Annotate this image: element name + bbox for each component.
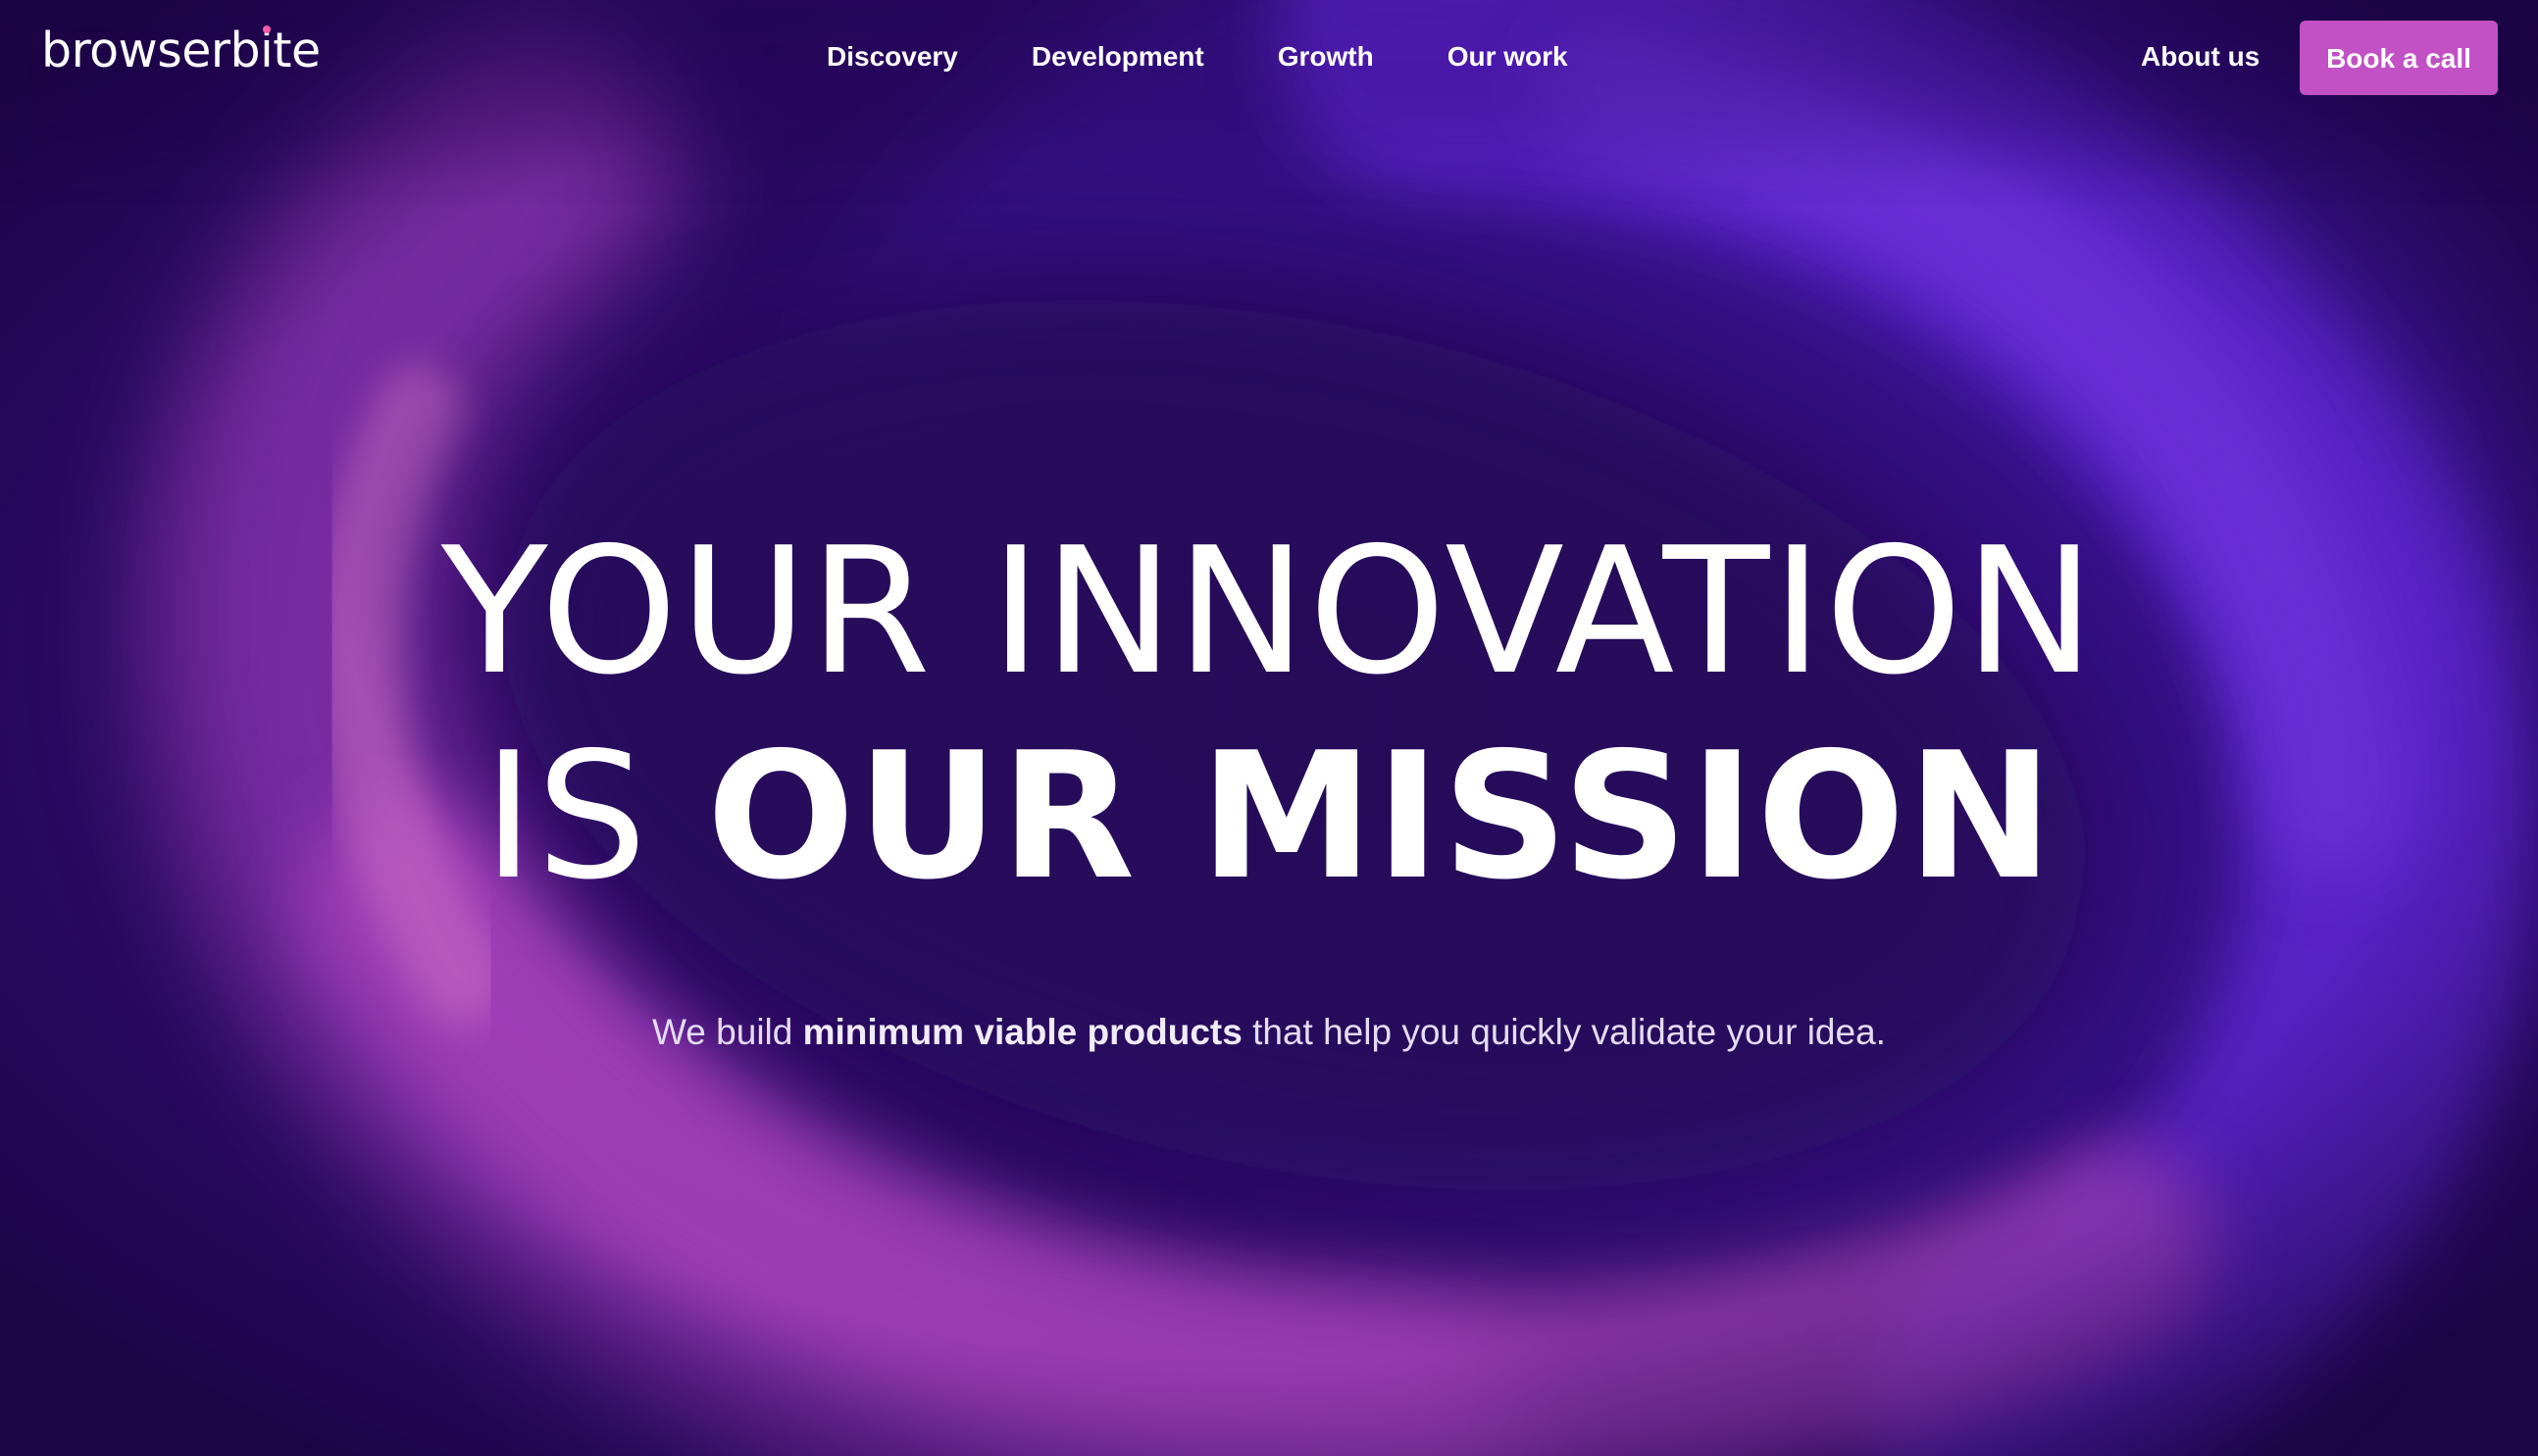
hero-subtitle-end: that help you quickly validate your idea…: [1242, 1012, 1886, 1052]
nav-link-growth[interactable]: Growth: [1278, 37, 1374, 76]
nav-link-about-us[interactable]: About us: [2141, 37, 2259, 76]
logo-text-end: te: [273, 23, 321, 78]
logo-text-start: browserb: [41, 23, 261, 78]
book-a-call-button[interactable]: Book a call: [2300, 21, 2498, 95]
top-navigation: browserbi te Discovery Development Growth…: [0, 0, 2538, 118]
primary-nav: Discovery Development Growth Our work: [827, 37, 1568, 76]
hero-section: YOUR INNOVATION IS OUR MISSION We build …: [0, 0, 2538, 1456]
nav-link-our-work[interactable]: Our work: [1447, 37, 1568, 76]
nav-link-discovery[interactable]: Discovery: [827, 37, 958, 76]
hero-title-prefix: IS: [482, 715, 707, 918]
hero-title-emphasis: OUR MISSION: [706, 715, 2056, 918]
landing-page: browserbi te Discovery Development Growth…: [0, 0, 2538, 1456]
hero-subtitle-start: We build: [652, 1012, 803, 1052]
hero-subtitle-bold: minimum viable products: [802, 1012, 1243, 1052]
hero-title-line-2: IS OUR MISSION: [0, 719, 2538, 915]
logo-accent-dot: [262, 25, 271, 33]
logo-text-i: i: [260, 23, 274, 78]
hero-title-line-1: YOUR INNOVATION: [440, 510, 2098, 713]
browserbite-logo[interactable]: browserbi te: [41, 20, 321, 82]
hero-subtitle: We build minimum viable products that he…: [0, 1007, 2538, 1058]
nav-link-development[interactable]: Development: [1032, 37, 1204, 76]
